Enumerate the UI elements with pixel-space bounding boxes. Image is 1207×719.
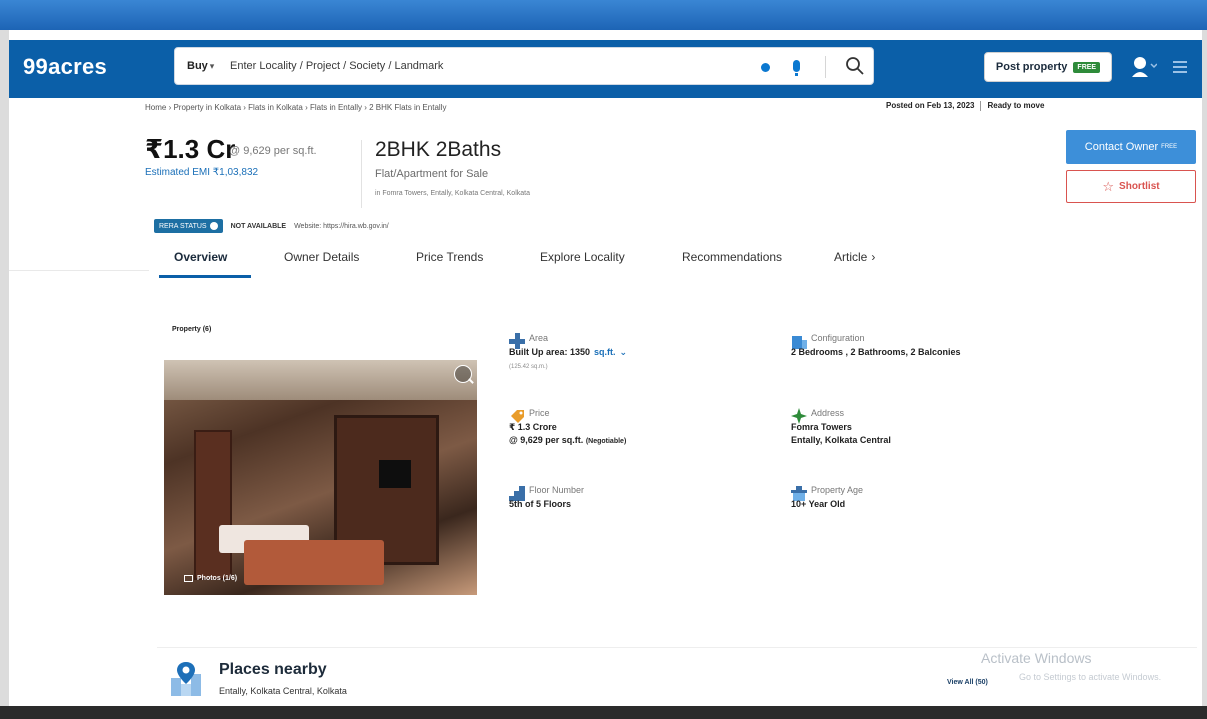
rera-row: RERA STATUS NOT AVAILABLE Website: https… <box>154 219 389 233</box>
left-divider <box>9 270 149 271</box>
free-badge: FREE <box>1073 61 1101 73</box>
price-value: ₹ 1.3 Crore <box>509 422 557 432</box>
age-label: Property Age <box>811 485 864 495</box>
address-locality: Entally, Kolkata Central <box>791 435 891 445</box>
view-all-link[interactable]: View All (50) <box>947 679 988 686</box>
price-per-sqft: @ 9,629 per sq.ft. <box>229 145 317 157</box>
tab-owner-details[interactable]: Owner Details <box>284 250 359 264</box>
listing-location: in Fomra Towers, Entally, Kolkata Centra… <box>375 190 530 197</box>
monitor-bottom-strip <box>0 706 1207 719</box>
activate-windows-title: Activate Windows <box>981 650 1092 666</box>
listing-price: ₹1.3 Cr <box>145 134 236 164</box>
search-divider <box>825 56 826 78</box>
star-icon: ☆ <box>1102 179 1115 194</box>
search-input[interactable] <box>230 52 750 80</box>
shortlist-button[interactable]: ☆ Shortlist <box>1066 170 1196 203</box>
listing-title: 2BHK 2Baths <box>375 138 502 161</box>
property-photo[interactable]: Photos (1/6) <box>164 360 477 595</box>
detail-price: Price ₹ 1.3 Crore @ 9,629 per sq.ft. (Ne… <box>509 408 759 458</box>
shortlist-label: Shortlist <box>1119 181 1160 192</box>
site-logo[interactable]: 99acres <box>23 54 107 80</box>
chevron-down-icon: ▾ <box>209 61 215 71</box>
property-photo-count: Property (6) <box>172 326 212 333</box>
detail-age: Property Age 10+ Year Old <box>791 485 1051 525</box>
search-bar: Buy ▾ <box>174 47 874 85</box>
tab-overview[interactable]: Overview <box>174 250 227 264</box>
rera-status-badge[interactable]: RERA STATUS <box>154 219 223 233</box>
ready-status: Ready to move <box>987 101 1045 111</box>
address-label: Address <box>811 408 845 418</box>
rera-badge-label: RERA STATUS <box>159 222 207 230</box>
post-property-button[interactable]: Post property FREE <box>984 52 1112 82</box>
monitor-left-edge <box>0 30 9 706</box>
posted-date: Posted on Feb 13, 2023 <box>886 101 975 111</box>
tab-article[interactable]: Article › <box>834 250 875 264</box>
user-icon[interactable] <box>1131 55 1157 77</box>
buy-label: Buy <box>187 60 208 72</box>
estimated-emi[interactable]: Estimated EMI ₹1,03,832 <box>145 167 258 178</box>
tab-explore-locality[interactable]: Explore Locality <box>540 250 625 264</box>
price-label: Price <box>529 408 550 418</box>
chevron-down-icon[interactable]: ⌄ <box>620 347 628 357</box>
detail-area: Area Built Up area: 1350 sq.ft. ⌄ (125.42 … <box>509 333 759 383</box>
floor-value: 5th of 5 Floors <box>509 499 572 509</box>
area-sqm: (125.42 sq.m.) <box>509 364 548 370</box>
area-value: Built Up area: 1350 sq.ft. ⌄ <box>509 347 628 357</box>
zoom-icon[interactable] <box>454 365 472 383</box>
tab-recommendations[interactable]: Recommendations <box>682 250 782 264</box>
configuration-label: Configuration <box>811 333 865 343</box>
places-subtitle: Entally, Kolkata Central, Kolkata <box>219 686 347 696</box>
post-property-label: Post property <box>995 61 1068 73</box>
price-divider <box>361 140 362 208</box>
image-icon <box>184 575 193 582</box>
rera-website[interactable]: Website: https://hira.wb.gov.in/ <box>294 223 389 230</box>
detail-address: Address Fomra Towers Entally, Kolkata Ce… <box>791 408 1051 458</box>
buy-dropdown[interactable]: Buy ▾ <box>187 60 214 72</box>
area-label: Area <box>529 333 549 343</box>
activate-windows-subtitle: Go to Settings to activate Windows. <box>1019 672 1162 682</box>
mic-icon[interactable] <box>793 60 800 76</box>
location-icon[interactable] <box>761 63 770 72</box>
posted-info: Posted on Feb 13, 2023 Ready to move <box>886 101 1044 111</box>
active-tab-indicator <box>159 275 251 278</box>
detail-configuration: Configuration 2 Bedrooms , 2 Bathrooms, … <box>791 333 1051 373</box>
address-value: Fomra Towers <box>791 422 852 432</box>
places-title: Places nearby <box>219 661 327 678</box>
rera-status-text: NOT AVAILABLE <box>230 222 287 230</box>
age-value: 10+ Year Old <box>791 499 846 509</box>
contact-owner-button[interactable]: Contact Owner FREE <box>1066 130 1196 164</box>
info-icon <box>209 222 218 230</box>
listing-subtitle: Flat/Apartment for Sale <box>375 168 489 180</box>
contact-owner-label: Contact Owner <box>1084 141 1159 153</box>
monitor-top-strip <box>0 0 1207 30</box>
photos-counter[interactable]: Photos (1/6) <box>184 575 237 582</box>
browser-screen: 99acres Buy▾ Post property FREE <box>9 30 1202 706</box>
chevron-right-icon[interactable]: › <box>871 250 875 264</box>
photos-counter-label: Photos (1/6) <box>197 575 238 582</box>
price-per-sqft-value: @ 9,629 per sq.ft. (Negotiable) <box>509 435 627 445</box>
detail-floor: Floor Number 5th of 5 Floors <box>509 485 759 525</box>
contact-free-badge: FREE <box>1161 144 1178 150</box>
breadcrumb[interactable]: Home › Property in Kolkata › Flats in Ko… <box>145 103 446 112</box>
configuration-value: 2 Bedrooms , 2 Bathrooms, 2 Balconies <box>791 347 961 357</box>
map-pin-icon <box>171 662 201 696</box>
unit-selector[interactable]: sq.ft. <box>594 347 616 357</box>
tab-price-trends[interactable]: Price Trends <box>416 250 483 264</box>
floor-label: Floor Number <box>529 485 585 495</box>
tab-article-label: Article <box>834 250 868 264</box>
menu-icon[interactable] <box>1173 61 1187 73</box>
tab-bar: Overview Owner Details Price Trends Expl… <box>154 242 894 278</box>
site-header: 99acres Buy▾ Post property FREE <box>9 40 1202 98</box>
search-icon[interactable] <box>845 56 865 76</box>
monitor-right-edge <box>1202 30 1207 706</box>
